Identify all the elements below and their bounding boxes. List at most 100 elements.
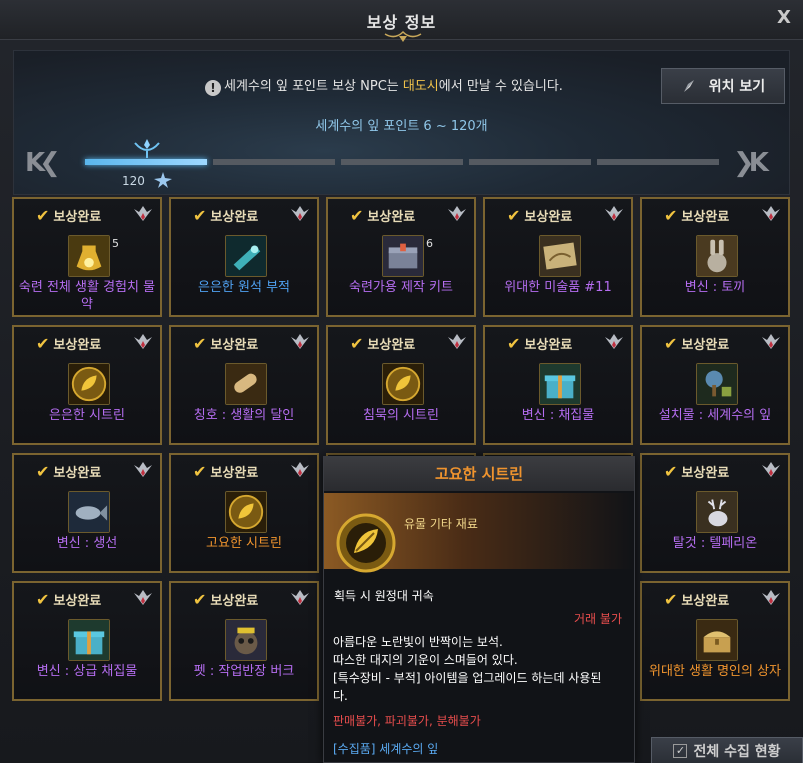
reward-status: ✔보상완료 [350, 206, 415, 225]
reward-emblem-icon [448, 334, 466, 349]
reward-emblem-icon [134, 462, 152, 477]
tree-icon[interactable] [696, 363, 738, 405]
potion-icon[interactable] [68, 235, 110, 277]
reward-card[interactable]: ✔ 보상완료 6 숙련가용 제작 키트 [326, 197, 476, 317]
reward-card[interactable]: ✔ 보상완료고요한 시트린 [169, 453, 319, 573]
milestone-value: 120 [122, 174, 145, 188]
reward-name: 설치물 : 세계수의 잎 [658, 408, 772, 423]
elk-icon[interactable] [696, 491, 738, 533]
reward-card[interactable]: ✔ 보상완료 위대한 생활 명인의 상자 [640, 581, 790, 701]
notice-suffix: 에서 만날 수 있습니다. [438, 79, 563, 94]
reward-card[interactable]: ✔ 보상완료 변신 : 상급 채집물 [12, 581, 162, 701]
last-page-button[interactable]: ❯K [733, 148, 769, 178]
reward-status: ✔보상완료 [664, 590, 729, 609]
reward-status-label: 보상완료 [210, 466, 259, 481]
tooltip-title: 고요한 시트린 [324, 457, 634, 491]
raccoon-icon[interactable] [225, 619, 267, 661]
reward-status-label: 보상완료 [367, 210, 416, 225]
reward-card[interactable]: ✔ 보상완료위대한 미술품 #11 [483, 197, 633, 317]
reward-status-label: 보상완료 [681, 338, 730, 353]
reward-emblem-icon [762, 590, 780, 605]
rabbit-icon[interactable] [696, 235, 738, 277]
reward-status: ✔보상완료 [193, 590, 258, 609]
progress-marker-icon [134, 139, 160, 158]
leaf-point-icon [154, 172, 172, 188]
reward-info-window: 보상 정보 X ! 세계수의 잎 포인트 보상 NPC는 대도시에서 만날 수 있… [0, 0, 803, 763]
citrine-icon[interactable] [68, 363, 110, 405]
checkmark-icon: ✔ [507, 206, 521, 225]
checkmark-icon: ✔ [664, 462, 678, 481]
reward-card[interactable]: ✔ 보상완료탈것 : 텔페리온 [640, 453, 790, 573]
reward-status-label: 보상완료 [681, 594, 730, 609]
reward-emblem-icon [291, 590, 309, 605]
reward-status: ✔보상완료 [507, 206, 572, 225]
reward-card[interactable]: ✔ 보상완료설치물 : 세계수의 잎 [640, 325, 790, 445]
reward-status-label: 보상완료 [524, 338, 573, 353]
progress-segment[interactable] [597, 159, 719, 165]
reward-status: ✔보상완료 [36, 334, 101, 353]
reward-name: 변신 : 채집물 [521, 408, 595, 423]
title-bar: 보상 정보 X [0, 0, 803, 42]
reward-status: ✔보상완료 [193, 206, 258, 225]
reward-status-label: 보상완료 [524, 210, 573, 225]
reward-status-label: 보상완료 [681, 466, 730, 481]
reward-card[interactable]: ✔ 보상완료 은은한 시트린 [12, 325, 162, 445]
collection-status-button[interactable]: ✓ 전체 수집 현황 [651, 737, 803, 763]
progress-segment[interactable] [341, 159, 463, 165]
reward-card[interactable]: ✔ 보상완료 칭호 : 생활의 달인 [169, 325, 319, 445]
reward-card[interactable]: ✔ 보상완료 변신 : 토끼 [640, 197, 790, 317]
gift-box-icon[interactable] [539, 363, 581, 405]
reward-status: ✔보상완료 [664, 334, 729, 353]
reward-emblem-icon [134, 206, 152, 221]
location-button[interactable]: 위치 보기 [661, 68, 785, 104]
reward-card[interactable]: ✔ 보상완료변신 : 채집물 [483, 325, 633, 445]
tooltip-desc-line: 따스한 대지의 기운이 스며들어 있다. [333, 653, 518, 667]
reward-name: 위대한 미술품 #11 [504, 280, 612, 295]
reward-status: ✔보상완료 [36, 462, 101, 481]
checkbox-icon: ✓ [673, 744, 688, 758]
close-button[interactable]: X [773, 7, 795, 29]
gift-box-icon[interactable] [68, 619, 110, 661]
scroll-icon[interactable] [225, 363, 267, 405]
tooltip-bind-info: 획득 시 원정대 귀속 [334, 589, 434, 603]
reward-card[interactable]: ✔ 보상완료 5 숙련 전체 생활 경험치 물약 [12, 197, 162, 317]
reward-status: ✔보상완료 [193, 334, 258, 353]
reward-quantity: 5 [112, 237, 119, 250]
tooltip-desc-line: 다. [333, 689, 348, 703]
painting-icon[interactable] [539, 235, 581, 277]
reward-emblem-icon [291, 334, 309, 349]
checkmark-icon: ✔ [36, 462, 50, 481]
reward-status-label: 보상완료 [367, 338, 416, 353]
reward-name: 탈것 : 텔페리온 [672, 536, 758, 551]
reward-card[interactable]: ✔ 보상완료 변신 : 생선 [12, 453, 162, 573]
reward-quantity: 6 [426, 237, 433, 250]
checkmark-icon: ✔ [664, 334, 678, 353]
reward-card[interactable]: ✔ 보상완료 은은한 원석 부적 [169, 197, 319, 317]
progress-segment[interactable] [469, 159, 591, 165]
reward-name: 침묵의 시트린 [363, 408, 439, 423]
checkmark-icon: ✔ [193, 462, 207, 481]
gem-amulet-icon[interactable] [225, 235, 267, 277]
chest-icon[interactable] [696, 619, 738, 661]
citrine-icon[interactable] [225, 491, 267, 533]
reward-status-label: 보상완료 [53, 338, 102, 353]
checkmark-icon: ✔ [507, 334, 521, 353]
first-page-button[interactable]: K❮ [25, 148, 61, 178]
crafting-kit-icon[interactable] [382, 235, 424, 277]
reward-card[interactable]: ✔ 보상완료 펫 : 작업반장 버크 [169, 581, 319, 701]
reward-name: 고요한 시트린 [206, 536, 282, 551]
checkmark-icon: ✔ [36, 206, 50, 225]
citrine-icon [336, 513, 396, 573]
checkmark-icon: ✔ [193, 206, 207, 225]
citrine-icon[interactable] [382, 363, 424, 405]
reward-emblem-icon [605, 206, 623, 221]
checkmark-icon: ✔ [664, 590, 678, 609]
reward-status: ✔보상완료 [193, 462, 258, 481]
fish-icon[interactable] [68, 491, 110, 533]
reward-name: 숙련가용 제작 키트 [349, 280, 453, 295]
reward-card[interactable]: ✔ 보상완료 침묵의 시트린 [326, 325, 476, 445]
progress-segment-active[interactable] [85, 159, 207, 165]
tooltip-collection: [수집품] 세계수의 잎 [333, 742, 439, 756]
reward-name: 변신 : 토끼 [684, 280, 746, 295]
progress-segment[interactable] [213, 159, 335, 165]
